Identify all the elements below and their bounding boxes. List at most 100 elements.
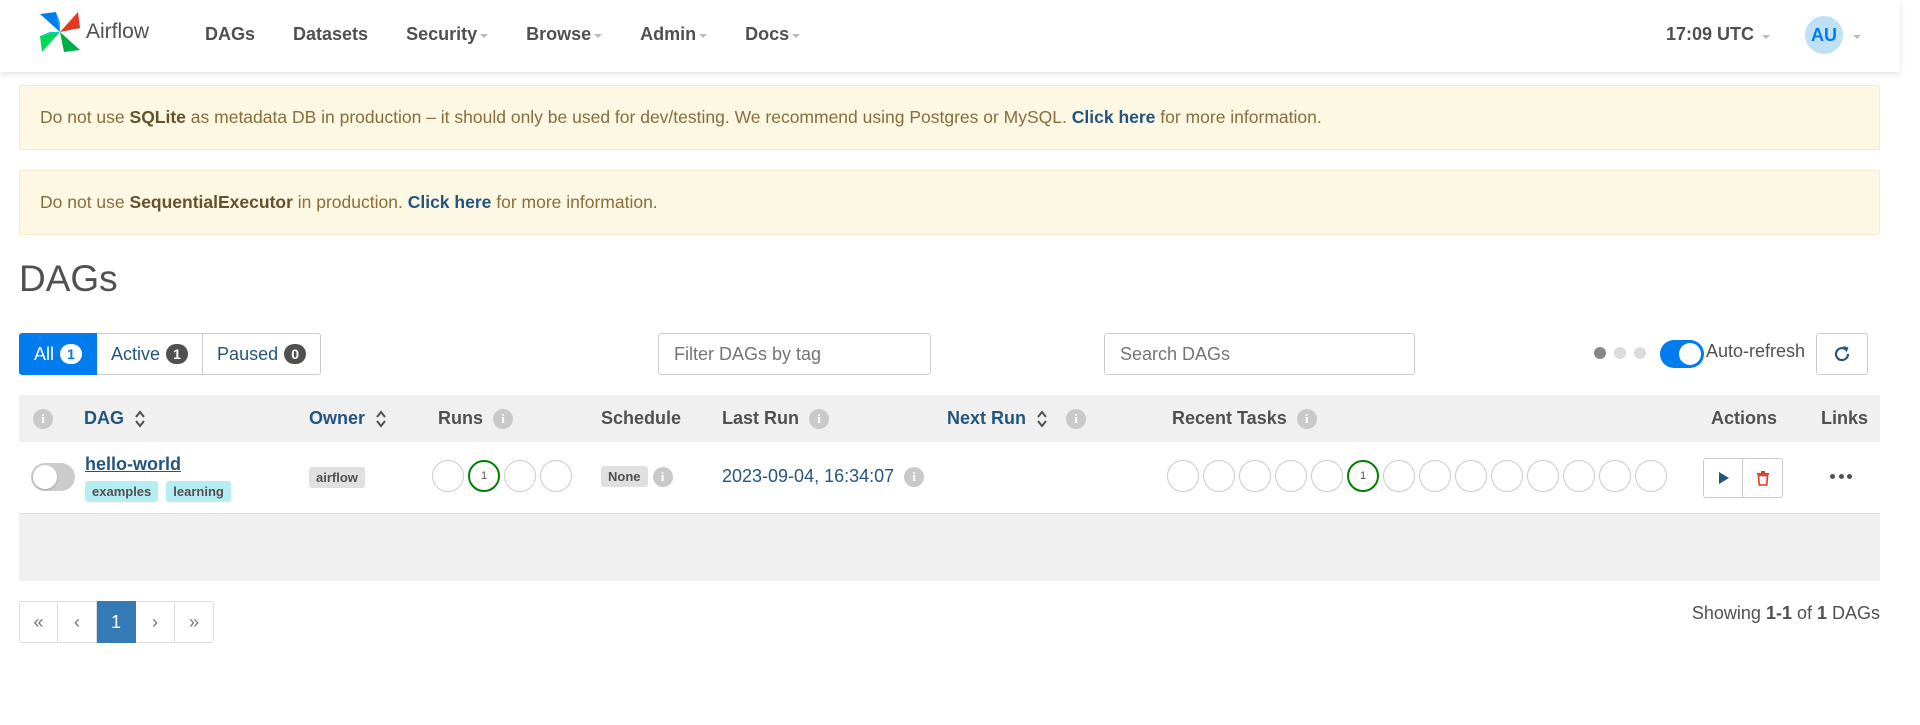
first-page-button[interactable]: « xyxy=(19,601,58,643)
current-time: 17:09 UTC xyxy=(1666,24,1755,44)
trash-icon xyxy=(1756,471,1769,486)
auto-refresh-toggle[interactable] xyxy=(1660,340,1704,368)
sqlite-warning-alert: Do not use SQLite as metadata DB in prod… xyxy=(19,85,1880,150)
info-icon[interactable]: i xyxy=(904,466,925,487)
executor-warning-alert: Do not use SequentialExecutor in product… xyxy=(19,170,1880,235)
main-nav: DAGs Datasets Security Browse Admin Docs xyxy=(205,0,838,68)
schedule-badge: None xyxy=(601,466,648,487)
runs-column-header: Runs i xyxy=(438,395,513,442)
sort-icon xyxy=(1036,408,1048,430)
schedule-column-header: Schedule xyxy=(601,395,681,442)
alert-click-here-link[interactable]: Click here xyxy=(408,192,492,213)
task-state-circle[interactable] xyxy=(1167,460,1199,492)
filter-paused-count-badge: 0 xyxy=(284,344,307,364)
nav-security-label: Security xyxy=(406,23,478,44)
run-state-circle-success[interactable]: 1 xyxy=(468,460,500,492)
caret-down-icon xyxy=(699,34,708,38)
nav-browse[interactable]: Browse xyxy=(526,24,603,45)
info-column-header: i xyxy=(33,395,53,442)
dag-tag[interactable]: examples xyxy=(85,481,159,502)
nav-admin[interactable]: Admin xyxy=(640,24,708,45)
nav-docs-label: Docs xyxy=(745,23,790,44)
trigger-dag-button[interactable] xyxy=(1703,458,1743,498)
task-state-circle[interactable] xyxy=(1491,460,1523,492)
task-state-circle[interactable] xyxy=(1563,460,1595,492)
summary-text: DAGs xyxy=(1826,603,1880,623)
task-state-circle[interactable] xyxy=(1455,460,1487,492)
task-state-circle[interactable] xyxy=(1419,460,1451,492)
dag-pause-toggle[interactable] xyxy=(31,463,75,491)
last-run-link[interactable]: 2023-09-04, 16:34:07 xyxy=(722,466,894,487)
task-state-circle[interactable] xyxy=(1383,460,1415,492)
filter-active-button[interactable]: Active 1 xyxy=(97,333,204,375)
task-state-circle[interactable] xyxy=(1599,460,1631,492)
dag-link[interactable]: hello-world xyxy=(85,454,181,475)
prev-page-button[interactable]: ‹ xyxy=(58,601,97,643)
filter-active-label: Active xyxy=(111,343,161,364)
task-state-circle[interactable] xyxy=(1203,460,1235,492)
sort-icon xyxy=(375,408,387,430)
sort-icon xyxy=(134,408,146,430)
dag-column-header[interactable]: DAG xyxy=(84,395,146,442)
task-state-circle[interactable] xyxy=(1275,460,1307,492)
owner-badge[interactable]: airflow xyxy=(309,467,365,488)
ellipsis-dot xyxy=(1838,473,1844,479)
info-icon[interactable]: i xyxy=(652,466,673,487)
delete-dag-button[interactable] xyxy=(1743,458,1783,498)
next-page-button[interactable]: › xyxy=(136,601,175,643)
caret-down-icon xyxy=(480,34,489,38)
task-state-circle-success[interactable]: 1 xyxy=(1347,460,1379,492)
alert-text: in production. xyxy=(292,192,408,212)
filter-paused-button[interactable]: Paused 0 xyxy=(203,333,322,375)
info-icon[interactable]: i xyxy=(809,408,830,429)
summary-text: of xyxy=(1791,603,1817,623)
table-row: hello-world examples learning airflow 1 … xyxy=(19,442,1880,514)
actions-column-header: Actions xyxy=(1711,395,1777,442)
task-state-circle[interactable] xyxy=(1239,460,1271,492)
recent-tasks-header-label: Recent Tasks xyxy=(1172,408,1287,428)
nav-docs[interactable]: Docs xyxy=(745,23,801,45)
tag-filter-input[interactable] xyxy=(658,333,931,375)
nav-security[interactable]: Security xyxy=(406,23,489,45)
avatar: AU xyxy=(1805,16,1843,54)
alert-text: Do not use xyxy=(40,107,125,127)
airflow-logo[interactable]: Airflow xyxy=(36,8,149,56)
nav-dags[interactable]: DAGs xyxy=(205,24,255,45)
user-menu[interactable]: AU xyxy=(1805,16,1861,54)
current-page-button[interactable]: 1 xyxy=(97,601,136,643)
search-dags-input[interactable] xyxy=(1104,333,1415,375)
play-icon xyxy=(1719,472,1729,484)
info-icon[interactable]: i xyxy=(33,408,53,429)
results-summary: Showing 1-1 of 1 DAGs xyxy=(1692,603,1880,624)
timezone-dropdown[interactable]: 17:09 UTC xyxy=(1666,24,1771,45)
toggle-knob xyxy=(33,465,57,489)
summary-text: Showing xyxy=(1691,603,1766,623)
links-menu-button[interactable] xyxy=(1830,466,1852,486)
refresh-icon xyxy=(1834,346,1850,362)
info-icon[interactable]: i xyxy=(493,408,513,429)
task-state-circle[interactable] xyxy=(1311,460,1343,492)
nav-datasets[interactable]: Datasets xyxy=(293,24,368,45)
recent-tasks-status: 1 xyxy=(1167,460,1671,492)
task-state-circle[interactable] xyxy=(1635,460,1667,492)
run-state-circle[interactable] xyxy=(504,460,536,492)
task-state-circle[interactable] xyxy=(1527,460,1559,492)
dag-runs-status: 1 xyxy=(432,460,576,492)
next-run-column-header[interactable]: Next Run i xyxy=(947,395,1087,442)
filter-active-count-badge: 1 xyxy=(166,344,189,364)
last-page-button[interactable]: » xyxy=(175,601,214,643)
alert-click-here-link[interactable]: Click here xyxy=(1072,107,1156,128)
caret-down-icon xyxy=(792,34,801,38)
runs-header-label: Runs xyxy=(438,408,483,428)
caret-down-icon xyxy=(1853,35,1861,39)
info-icon[interactable]: i xyxy=(1066,408,1087,429)
info-icon[interactable]: i xyxy=(1296,408,1317,429)
run-state-circle[interactable] xyxy=(432,460,464,492)
owner-column-header[interactable]: Owner xyxy=(309,395,387,442)
pinwheel-icon xyxy=(40,12,80,52)
dag-tag[interactable]: learning xyxy=(166,481,231,502)
refresh-button[interactable] xyxy=(1816,333,1868,375)
links-header-label: Links xyxy=(1821,408,1869,428)
filter-all-button[interactable]: All 1 xyxy=(19,333,98,375)
run-state-circle[interactable] xyxy=(540,460,572,492)
